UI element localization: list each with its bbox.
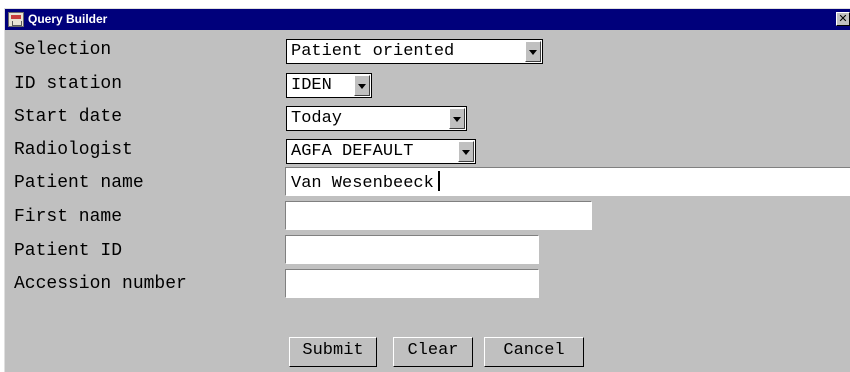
id-station-dropdown[interactable]: IDEN [286, 73, 372, 98]
chevron-down-icon[interactable] [458, 141, 474, 162]
id-station-label: ID station [14, 74, 123, 94]
selection-value: Patient oriented [291, 42, 455, 61]
start-date-dropdown[interactable]: Today [286, 106, 467, 131]
selection-dropdown[interactable]: Patient oriented [286, 39, 543, 64]
query-builder-window: Query Builder ✕ Selection Patient orient… [4, 8, 850, 372]
chevron-down-icon[interactable] [449, 108, 465, 129]
first-name-input[interactable] [285, 201, 592, 230]
patient-id-input[interactable] [285, 235, 539, 264]
patient-name-value: Van Wesenbeeck [291, 174, 434, 193]
text-cursor [437, 171, 440, 191]
close-button[interactable]: ✕ [836, 12, 850, 26]
start-date-label: Start date [14, 107, 123, 127]
selection-label: Selection [14, 40, 112, 60]
accession-number-label: Accession number [14, 274, 187, 294]
radiologist-value: AGFA DEFAULT [291, 142, 414, 161]
chevron-down-icon[interactable] [354, 75, 370, 96]
patient-name-input[interactable]: Van Wesenbeeck [285, 167, 850, 196]
window-title: Query Builder [28, 12, 108, 26]
title-bar[interactable]: Query Builder ✕ [5, 9, 850, 30]
radiologist-label: Radiologist [14, 140, 133, 160]
radiologist-dropdown[interactable]: AGFA DEFAULT [286, 139, 476, 164]
accession-number-input[interactable] [285, 269, 539, 298]
cancel-button[interactable]: Cancel [484, 337, 584, 367]
patient-name-label: Patient name [14, 173, 144, 193]
id-station-value: IDEN [291, 76, 332, 95]
app-icon [8, 12, 24, 27]
chevron-down-icon[interactable] [525, 41, 541, 62]
first-name-label: First name [14, 207, 123, 227]
start-date-value: Today [291, 109, 343, 128]
clear-button[interactable]: Clear [393, 337, 473, 367]
submit-button[interactable]: Submit [289, 337, 377, 367]
patient-id-label: Patient ID [14, 241, 123, 261]
